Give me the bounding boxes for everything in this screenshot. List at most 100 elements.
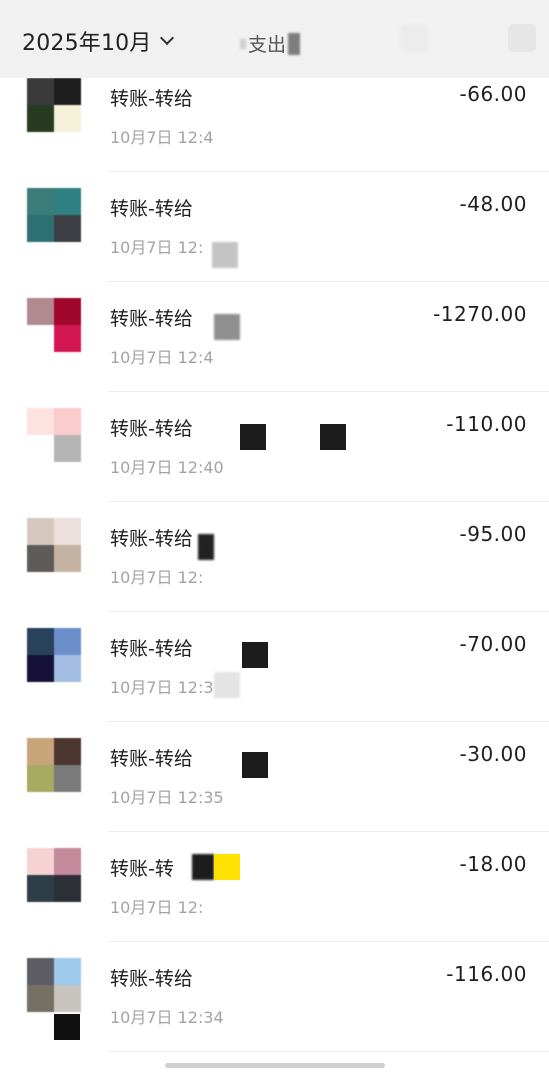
- month-label: 2025年10月: [22, 31, 152, 56]
- avatar: [27, 408, 81, 462]
- redaction-mark: [198, 534, 214, 560]
- redaction-mark: [54, 1014, 80, 1040]
- transaction-amount: -48.00: [459, 192, 527, 216]
- transaction-time: 10月7日 12:35: [110, 788, 224, 807]
- stats-icon[interactable]: [400, 24, 428, 52]
- avatar-cell: [27, 435, 54, 462]
- avatar-cell: [54, 518, 81, 545]
- redaction-mark: [214, 672, 240, 698]
- avatar-cell: [54, 435, 81, 462]
- transaction-amount: -116.00: [446, 962, 527, 986]
- avatar: [27, 848, 81, 902]
- avatar-cell: [27, 985, 54, 1012]
- transaction-title: 转账-转给: [110, 88, 193, 110]
- transaction-row[interactable]: 转账-转给 10月7日 12:3 -70.00: [0, 612, 549, 722]
- avatar-cell: [27, 738, 54, 765]
- home-indicator[interactable]: [165, 1063, 385, 1068]
- avatar-cell: [54, 298, 81, 325]
- redaction-mark: [288, 32, 301, 55]
- transaction-row[interactable]: 转账-转给 10月7日 12:4 -1270.00: [0, 282, 549, 392]
- transaction-row[interactable]: 转账-转给 10月7日 12:4 -66.00: [0, 62, 549, 172]
- avatar-cell: [27, 78, 54, 105]
- redaction-mark: [242, 642, 268, 668]
- avatar-cell: [27, 105, 54, 132]
- more-icon[interactable]: [508, 24, 536, 52]
- transaction-title: 转账-转给: [110, 748, 193, 770]
- transaction-title: 转账-转给: [110, 198, 193, 220]
- redaction-mark: [242, 752, 268, 778]
- transaction-amount: -95.00: [459, 522, 527, 546]
- transaction-time: 10月7日 12:34: [110, 1008, 224, 1027]
- transaction-time: 10月7日 12:3: [110, 678, 214, 697]
- avatar-cell: [27, 188, 54, 215]
- transaction-list: 转账-转给 10月7日 12:4 -66.00 转账-转给 10月7日 12: …: [0, 62, 549, 1052]
- transaction-amount: -110.00: [446, 412, 527, 436]
- avatar-cell: [27, 408, 54, 435]
- filter-label: 支出: [248, 34, 287, 56]
- transaction-time: 10月7日 12:40: [110, 458, 224, 477]
- redaction-mark: [192, 854, 214, 880]
- redaction-mark: [240, 38, 246, 49]
- expense-filter[interactable]: 支出: [240, 30, 301, 57]
- redaction-mark: [320, 424, 346, 450]
- redaction-mark: [240, 424, 266, 450]
- avatar-cell: [54, 985, 81, 1012]
- avatar-cell: [27, 215, 54, 242]
- avatar-cell: [54, 408, 81, 435]
- transaction-time: 10月7日 12:: [110, 898, 204, 917]
- avatar-cell: [27, 765, 54, 792]
- avatar: [27, 78, 81, 132]
- avatar-cell: [27, 628, 54, 655]
- avatar-cell: [27, 298, 54, 325]
- transaction-amount: -18.00: [459, 852, 527, 876]
- redaction-mark: [214, 854, 240, 880]
- avatar: [27, 518, 81, 572]
- avatar-cell: [54, 215, 81, 242]
- redaction-mark: [214, 314, 240, 340]
- avatar-cell: [27, 655, 54, 682]
- avatar-cell: [54, 655, 81, 682]
- avatar-cell: [54, 738, 81, 765]
- bill-page: 2025年10月 支出 转账-转给 10月7日 12:4 -66.00 转账-转…: [0, 0, 549, 1073]
- transaction-title: 转账-转: [110, 858, 174, 880]
- transaction-title: 转账-转给: [110, 418, 193, 440]
- transaction-time: 10月7日 12:: [110, 568, 204, 587]
- transaction-amount: -30.00: [459, 742, 527, 766]
- transaction-row[interactable]: 转账-转给 10月7日 12: -95.00: [0, 502, 549, 612]
- avatar: [27, 298, 81, 352]
- avatar-cell: [54, 958, 81, 985]
- transaction-amount: -1270.00: [433, 302, 527, 326]
- transaction-title: 转账-转给: [110, 528, 193, 550]
- transaction-row[interactable]: 转账-转给 10月7日 12:35 -30.00: [0, 722, 549, 832]
- transaction-time: 10月7日 12:: [110, 238, 204, 257]
- transaction-amount: -70.00: [459, 632, 527, 656]
- header-bar: 2025年10月 支出: [0, 0, 549, 78]
- avatar: [27, 628, 81, 682]
- avatar-cell: [54, 848, 81, 875]
- transaction-title: 转账-转给: [110, 308, 193, 330]
- transaction-row[interactable]: 转账-转 10月7日 12: -18.00: [0, 832, 549, 942]
- transaction-time: 10月7日 12:4: [110, 348, 214, 367]
- avatar-cell: [27, 875, 54, 902]
- avatar: [27, 958, 81, 1012]
- transaction-row[interactable]: 转账-转给 10月7日 12:34 -116.00: [0, 942, 549, 1052]
- avatar-cell: [27, 325, 54, 352]
- chevron-down-icon: [159, 30, 174, 46]
- avatar-cell: [54, 188, 81, 215]
- avatar-cell: [27, 848, 54, 875]
- avatar-cell: [54, 105, 81, 132]
- transaction-row[interactable]: 转账-转给 10月7日 12: -48.00: [0, 172, 549, 282]
- transaction-title: 转账-转给: [110, 968, 193, 990]
- avatar-cell: [27, 958, 54, 985]
- row-divider: [108, 1051, 549, 1052]
- transaction-amount: -66.00: [459, 82, 527, 106]
- transaction-title: 转账-转给: [110, 638, 193, 660]
- month-selector[interactable]: 2025年10月: [22, 26, 174, 56]
- transaction-row[interactable]: 转账-转给 10月7日 12:40 -110.00: [0, 392, 549, 502]
- avatar-cell: [27, 518, 54, 545]
- avatar-cell: [27, 545, 54, 572]
- avatar: [27, 738, 81, 792]
- transaction-time: 10月7日 12:4: [110, 128, 214, 147]
- avatar-cell: [54, 325, 81, 352]
- avatar: [27, 188, 81, 242]
